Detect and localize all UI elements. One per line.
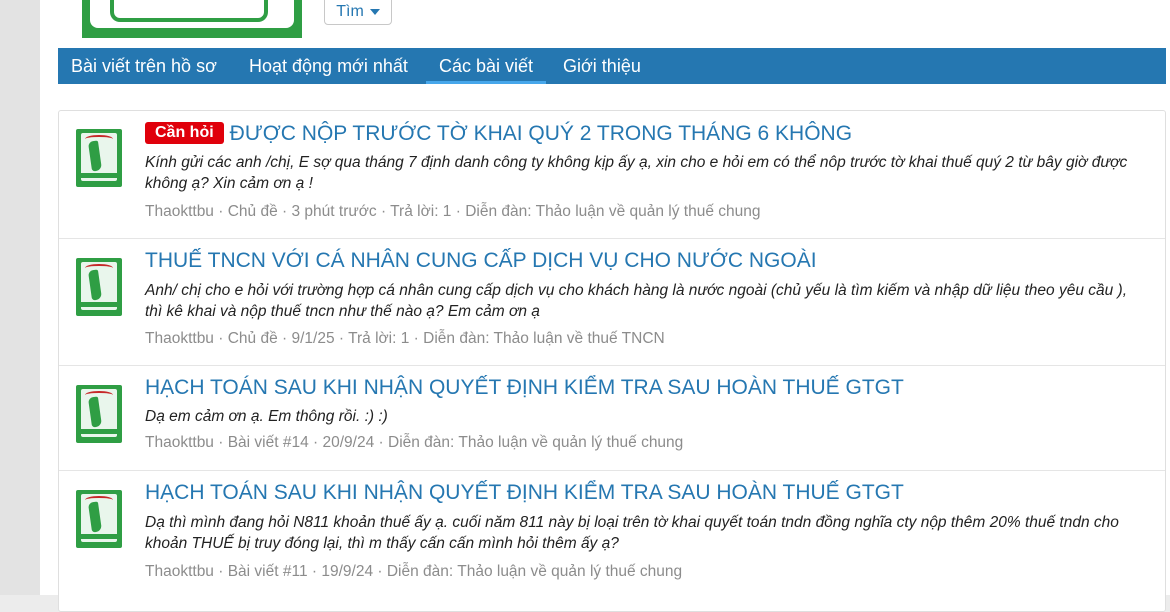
list-item: THUẾ TNCN VỚI CÁ NHÂN CUNG CẤP DỊCH VỤ C… <box>59 239 1165 366</box>
post-meta: Thaokttbu · Bài viết #11 · 19/9/24 · Diễ… <box>145 563 683 580</box>
tab-latest-activity[interactable]: Hoạt động mới nhất <box>236 48 421 84</box>
caret-down-icon <box>369 8 380 15</box>
list-item: HẠCH TOÁN SAU KHI NHẬN QUYẾT ĐỊNH KIỂM T… <box>59 366 1165 471</box>
list-item: Cần hỏi ĐƯỢC NỘP TRƯỚC TỜ KHAI QUÝ 2 TRON… <box>59 111 1165 239</box>
forum-link[interactable]: Diễn đàn: Thảo luận về quản lý thuế chun… <box>388 434 683 451</box>
question-badge: Cần hỏi <box>145 122 224 144</box>
author-link[interactable]: Thaokttbu <box>145 203 214 220</box>
post-title[interactable]: ĐƯỢC NỘP TRƯỚC TỜ KHAI QUÝ 2 TRONG THÁNG… <box>230 122 852 145</box>
post-title-line: THUẾ TNCN VỚI CÁ NHÂN CUNG CẤP DỊCH VỤ C… <box>145 249 817 273</box>
tab-profile-posts[interactable]: Bài viết trên hồ sơ <box>58 48 230 84</box>
tab-about[interactable]: Giới thiệu <box>550 48 654 84</box>
post-meta: Thaokttbu · Bài viết #14 · 20/9/24 · Diễ… <box>145 434 684 451</box>
avatar-band <box>81 534 117 539</box>
avatar-band <box>81 429 117 434</box>
post-title[interactable]: HẠCH TOÁN SAU KHI NHẬN QUYẾT ĐỊNH KIỂM T… <box>145 481 904 504</box>
forum-link[interactable]: Diễn đàn: Thảo luận về thuế TNCN <box>423 330 665 347</box>
user-avatar[interactable] <box>76 490 122 548</box>
post-snippet: Anh/ chị cho e hỏi với trường hợp cá nhâ… <box>145 282 1128 320</box>
post-snippet: Dạ em cảm ơn ạ. Em thông rồi. :) :) <box>145 408 388 425</box>
post-title-line: Cần hỏi ĐƯỢC NỘP TRƯỚC TỜ KHAI QUÝ 2 TRON… <box>145 122 852 146</box>
profile-tabs: Bài viết trên hồ sơ Hoạt động mới nhất C… <box>58 48 1166 84</box>
left-gutter <box>0 0 40 595</box>
author-link[interactable]: Thaokttbu <box>145 434 214 451</box>
post-list: Cần hỏi ĐƯỢC NỘP TRƯỚC TỜ KHAI QUÝ 2 TRON… <box>58 110 1166 612</box>
user-avatar[interactable] <box>76 129 122 187</box>
author-link[interactable]: Thaokttbu <box>145 563 214 580</box>
forum-link[interactable]: Diễn đàn: Thảo luận về quản lý thuế chun… <box>465 203 760 220</box>
list-item: HẠCH TOÁN SAU KHI NHẬN QUYẾT ĐỊNH KIỂM T… <box>59 471 1165 611</box>
post-title-line: HẠCH TOÁN SAU KHI NHẬN QUYẾT ĐỊNH KIỂM T… <box>145 481 904 505</box>
post-title-line: HẠCH TOÁN SAU KHI NHẬN QUYẾT ĐỊNH KIỂM T… <box>145 376 904 400</box>
post-type: Chủ đề <box>227 330 278 347</box>
banner-frame <box>110 0 268 22</box>
post-type: Bài viết #14 <box>227 434 309 451</box>
post-type: Bài viết #11 <box>227 563 308 580</box>
author-link[interactable]: Thaokttbu <box>145 330 214 347</box>
post-type: Chủ đề <box>227 203 278 220</box>
find-button[interactable]: Tìm <box>324 0 392 25</box>
post-snippet: Dạ thì mình đang hỏi N811 khoản thuế ấy … <box>145 514 1119 552</box>
forum-link[interactable]: Diễn đàn: Thảo luận về quản lý thuế chun… <box>387 563 682 580</box>
tab-posts[interactable]: Các bài viết <box>426 48 547 84</box>
find-button-label: Tìm <box>336 2 364 20</box>
user-avatar[interactable] <box>76 385 122 443</box>
profile-banner-logo <box>82 0 302 38</box>
post-meta: Thaokttbu · Chủ đề · 9/1/25 · Trả lời: 1… <box>145 330 665 347</box>
user-avatar[interactable] <box>76 258 122 316</box>
reply-count: Trả lời: 1 <box>390 203 452 220</box>
post-time: 9/1/25 <box>291 330 335 347</box>
post-time: 19/9/24 <box>321 563 374 580</box>
reply-count: Trả lời: 1 <box>348 330 410 347</box>
post-title[interactable]: HẠCH TOÁN SAU KHI NHẬN QUYẾT ĐỊNH KIỂM T… <box>145 376 904 399</box>
post-snippet: Kính gửi các anh /chị, E sợ qua tháng 7 … <box>145 154 1128 192</box>
post-time: 20/9/24 <box>322 434 375 451</box>
post-title[interactable]: THUẾ TNCN VỚI CÁ NHÂN CUNG CẤP DỊCH VỤ C… <box>145 249 817 272</box>
avatar-band <box>81 173 117 178</box>
post-meta: Thaokttbu · Chủ đề · 3 phút trước · Trả … <box>145 203 761 220</box>
avatar-band <box>81 302 117 307</box>
post-time: 3 phút trước <box>291 203 377 220</box>
